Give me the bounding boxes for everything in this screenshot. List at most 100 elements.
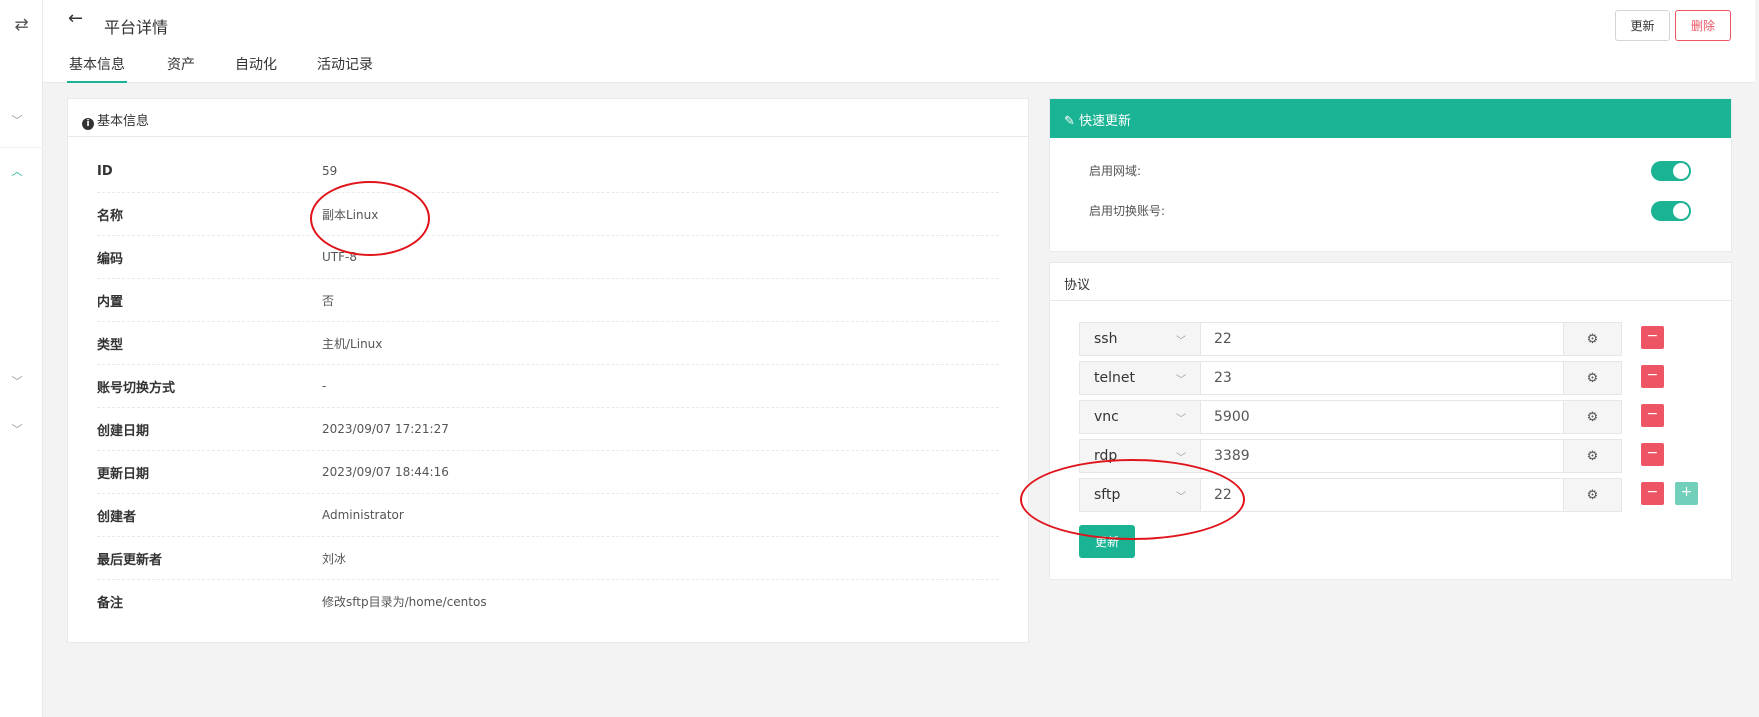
protocol-select[interactable]: telnet ﹀ [1079,361,1201,395]
info-row-last-updater: 最后更新者 刘冰 [97,537,999,580]
add-protocol-button[interactable]: + [1675,482,1698,505]
protocol-row: ssh ﹀ 22 ⚙ [1079,322,1622,356]
protocol-select[interactable]: vnc ﹀ [1079,400,1201,434]
gear-icon[interactable]: ⚙ [1564,322,1622,356]
info-value: Administrator [322,508,404,522]
protocol-select[interactable]: rdp ﹀ [1079,439,1201,473]
info-row-updated: 更新日期 2023/09/07 18:44:16 [97,451,999,494]
basic-info-title: 基本信息 [97,114,150,129]
info-label: 更新日期 [97,466,150,482]
chevron-down-icon[interactable]: ﹀ [0,421,34,437]
gear-icon[interactable]: ⚙ [1564,478,1622,512]
back-arrow-icon[interactable]: ← [68,8,83,29]
port-input[interactable]: 22 [1201,478,1564,512]
port-input[interactable]: 23 [1201,361,1564,395]
port-input[interactable]: 3389 [1201,439,1564,473]
remove-protocol-button[interactable]: − [1641,326,1664,349]
info-row-created: 创建日期 2023/09/07 17:21:27 [97,408,999,451]
port-input[interactable]: 5900 [1201,400,1564,434]
info-row-comment: 备注 修改sftp目录为/home/centos [97,580,999,623]
remove-protocol-button[interactable]: − [1641,443,1664,466]
delete-button[interactable]: 删除 [1675,10,1731,41]
quick-update-header: ✎ 快速更新 [1050,99,1731,138]
info-label: 类型 [97,337,124,353]
chevron-down-icon[interactable]: ﹀ [0,373,34,389]
chevron-down-icon: ﹀ [1176,374,1186,386]
chevron-down-icon: ﹀ [1176,413,1186,425]
su-enabled-label: 启用切换账号: [1089,204,1166,218]
protocol-row: sftp ﹀ 22 ⚙ [1079,478,1622,512]
info-row-type: 类型 主机/Linux [97,322,999,365]
page-title: 平台详情 [104,18,169,37]
remove-protocol-button[interactable]: − [1641,404,1664,427]
info-value: 59 [322,164,338,178]
port-input[interactable]: 22 [1201,322,1564,356]
info-value: 刘冰 [322,551,347,566]
tab-activity-log[interactable]: 活动记录 [317,52,373,83]
gear-icon[interactable]: ⚙ [1564,439,1622,473]
page-header: ← 平台详情 基本信息 资产 自动化 活动记录 更新 删除 [43,0,1755,83]
edit-icon: ✎ [1064,114,1075,129]
protocol-select[interactable]: ssh ﹀ [1079,322,1201,356]
info-value: 2023/09/07 17:21:27 [322,422,449,436]
chevron-down-icon: ﹀ [1176,491,1186,503]
tab-automation[interactable]: 自动化 [235,52,277,83]
sidebar-divider [0,147,43,148]
protocol-name: telnet [1094,370,1135,386]
info-label: 编码 [97,251,124,267]
info-row-name: 名称 副本Linux [97,193,999,236]
remove-protocol-button[interactable]: − [1641,482,1664,505]
su-enabled-toggle[interactable] [1651,201,1691,221]
basic-info-card: i 基本信息 ID 59 名称 副本Linux 编码 UTF-8 内置 否 类型 主机/Li… [67,98,1029,643]
remove-protocol-button[interactable]: − [1641,365,1664,388]
info-label: ID [97,163,113,179]
chevron-down-icon: ﹀ [1176,452,1186,464]
chevron-down-icon[interactable]: ﹀ [0,112,34,128]
tab-assets[interactable]: 资产 [167,52,195,83]
gear-icon[interactable]: ⚙ [1564,400,1622,434]
info-row-charset: 编码 UTF-8 [97,236,999,279]
info-row-id: ID 59 [97,150,999,193]
protocol-name: ssh [1094,331,1118,347]
chevron-up-icon[interactable]: ︿ [0,163,34,179]
protocol-select[interactable]: sftp ﹀ [1079,478,1201,512]
info-row-internal: 内置 否 [97,279,999,322]
info-label: 最后更新者 [97,552,163,568]
quick-update-title: 快速更新 [1079,114,1132,129]
protocol-name: vnc [1094,409,1119,425]
protocol-card: 协议 ssh ﹀ 22 ⚙ telnet ﹀ 23 ⚙ vnc ﹀ 5900 ⚙ rd… [1049,262,1732,580]
info-value: UTF-8 [322,250,357,264]
update-button[interactable]: 更新 [1615,10,1670,41]
info-row-su-method: 账号切换方式 - [97,365,999,408]
basic-info-table: ID 59 名称 副本Linux 编码 UTF-8 内置 否 类型 主机/Linux 账号… [97,150,999,623]
info-value: - [322,379,327,393]
protocol-row: rdp ﹀ 3389 ⚙ [1079,439,1622,473]
protocol-card-header: 协议 [1050,263,1731,301]
info-value: 副本Linux [322,207,379,222]
info-label: 创建日期 [97,423,150,439]
protocol-update-button[interactable]: 更新 [1079,525,1135,558]
sidebar-toggle-icon[interactable]: ⇄ [0,10,43,40]
info-value: 主机/Linux [322,336,383,351]
info-value: 否 [322,293,335,308]
info-value: 修改sftp目录为/home/centos [322,595,487,609]
protocol-title: 协议 [1064,278,1091,293]
tab-bar: 基本信息 资产 自动化 活动记录 [67,52,413,83]
quick-update-card: ✎ 快速更新 启用网域: 启用切换账号: [1049,98,1732,252]
protocol-name: rdp [1094,448,1118,464]
tab-basic-info[interactable]: 基本信息 [67,52,127,83]
protocol-name: sftp [1094,487,1121,503]
info-label: 名称 [97,208,124,224]
info-label: 创建者 [97,509,137,525]
info-label: 账号切换方式 [97,380,176,396]
chevron-down-icon: ﹀ [1176,335,1186,347]
domain-enabled-toggle[interactable] [1651,161,1691,181]
protocol-row: telnet ﹀ 23 ⚙ [1079,361,1622,395]
info-label: 备注 [97,596,124,611]
gear-icon[interactable]: ⚙ [1564,361,1622,395]
protocol-row: vnc ﹀ 5900 ⚙ [1079,400,1622,434]
info-label: 内置 [97,294,124,310]
info-value: 2023/09/07 18:44:16 [322,465,449,479]
info-row-creator: 创建者 Administrator [97,494,999,537]
domain-enabled-label: 启用网域: [1089,164,1142,178]
